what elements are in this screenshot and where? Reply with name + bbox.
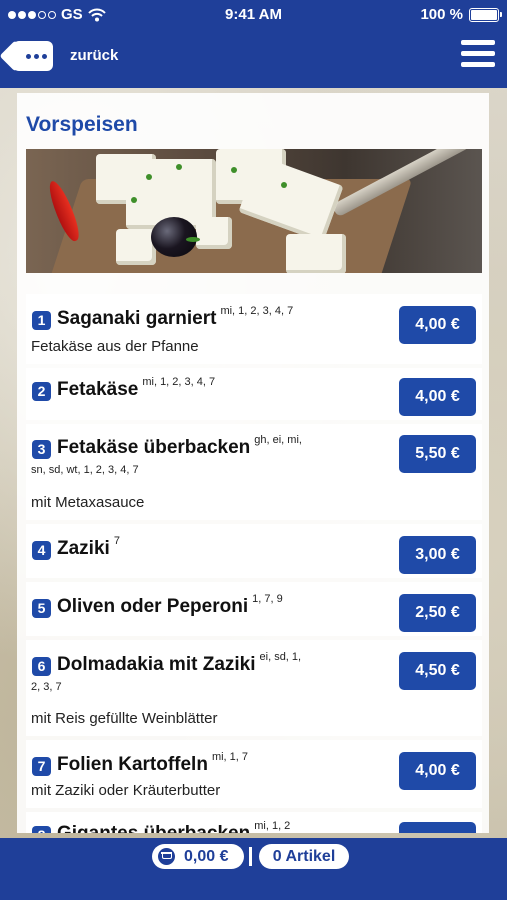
price-button[interactable]: 4,00 € [399, 378, 476, 416]
item-name: Folien Kartoffeln mi, 1, 7 [57, 751, 249, 776]
item-name: Dolmadakia mit Zaziki ei, sd, 1, [57, 651, 302, 676]
status-right: 100 % [420, 6, 502, 23]
item-allergens: ei, sd, 1, [259, 651, 302, 663]
cart-total-button[interactable]: 0,00 € [152, 844, 244, 869]
item-allergens-continued: sn, sd, wt, 1, 2, 3, 4, 7 [31, 464, 139, 476]
item-description: mit Reis gefüllte Weinblätter [31, 710, 218, 727]
item-number: 6 [32, 657, 51, 676]
section-title: Vorspeisen [26, 113, 138, 136]
item-description: mit Zaziki oder Kräuterbutter [31, 782, 221, 799]
price-button[interactable]: 5,50 € [399, 435, 476, 473]
item-allergens: mi, 1, 2 [254, 820, 291, 832]
item-allergens: mi, 1, 2, 3, 4, 7 [142, 376, 216, 388]
back-arrow-icon [25, 53, 47, 59]
item-allergens: 7 [113, 535, 120, 547]
item-name-text: Dolmadakia mit Zaziki [57, 654, 256, 675]
item-name: Saganaki garniert mi, 1, 2, 3, 4, 7 [57, 305, 294, 330]
item-name-text: Gigantes überbacken [57, 823, 250, 833]
footer-separator [249, 847, 252, 866]
price-button[interactable]: 4,00 € [399, 306, 476, 344]
footer-bar: 0,00 € 0 Artikel [0, 838, 507, 900]
item-description: Fetakäse aus der Pfanne [31, 338, 199, 355]
price-button[interactable]: 3,00 € [399, 536, 476, 574]
back-button[interactable] [13, 41, 53, 71]
menu-panel: Vorspeisen 1 Saganaki garniert mi, 1, 2, … [17, 93, 489, 833]
shopping-cart-icon [158, 848, 175, 865]
item-number: 4 [32, 541, 51, 560]
item-description: mit Metaxasauce [31, 494, 145, 511]
price-button[interactable] [399, 822, 476, 833]
item-number: 1 [32, 311, 51, 330]
item-number: 5 [32, 599, 51, 618]
battery-percent: 100 % [420, 6, 463, 23]
hamburger-menu-icon[interactable] [461, 40, 495, 70]
list-item: 7 Folien Kartoffeln mi, 1, 7 mit Zaziki o… [26, 740, 482, 808]
nav-bar: zurück [0, 30, 507, 88]
list-item: 4 Zaziki 7 3,00 € [26, 524, 482, 578]
category-image [26, 149, 482, 273]
item-name: Oliven oder Peperoni 1, 7, 9 [57, 593, 283, 618]
item-number: 8 [32, 826, 51, 833]
item-allergens-continued: 2, 3, 7 [31, 681, 62, 693]
item-name: Gigantes überbacken mi, 1, 2 [57, 820, 291, 833]
item-allergens: mi, 1, 2, 3, 4, 7 [220, 305, 294, 317]
item-allergens: 1, 7, 9 [252, 593, 283, 605]
item-name: Fetakäse mi, 1, 2, 3, 4, 7 [57, 376, 216, 401]
item-name-text: Fetakäse überbacken [57, 437, 251, 458]
price-button[interactable]: 2,50 € [399, 594, 476, 632]
item-name: Zaziki 7 [57, 535, 120, 560]
battery-icon [469, 7, 502, 22]
item-name: Fetakäse überbacken gh, ei, mi, [57, 434, 302, 459]
cart-total: 0,00 € [184, 848, 229, 865]
item-allergens: gh, ei, mi, [254, 434, 302, 446]
list-item: 1 Saganaki garniert mi, 1, 2, 3, 4, 7 Fet… [26, 294, 482, 364]
item-number: 7 [32, 757, 51, 776]
item-name-text: Folien Kartoffeln [57, 754, 208, 775]
price-button[interactable]: 4,00 € [399, 752, 476, 790]
list-item: 3 Fetakäse überbacken gh, ei, mi, sn, sd,… [26, 424, 482, 520]
item-name-text: Zaziki [57, 538, 110, 559]
list-item: 5 Oliven oder Peperoni 1, 7, 9 2,50 € [26, 582, 482, 636]
item-number: 3 [32, 440, 51, 459]
item-allergens: mi, 1, 7 [211, 751, 249, 763]
list-item: 8 Gigantes überbacken mi, 1, 2 [26, 812, 482, 833]
item-name-text: Fetakäse [57, 379, 139, 400]
back-label[interactable]: zurück [70, 47, 118, 64]
price-button[interactable]: 4,50 € [399, 652, 476, 690]
status-bar: GS 9:41 AM 100 % [0, 0, 507, 30]
article-count-button[interactable]: 0 Artikel [259, 844, 349, 869]
list-item: 6 Dolmadakia mit Zaziki ei, sd, 1, 2, 3, … [26, 640, 482, 736]
list-item: 2 Fetakäse mi, 1, 2, 3, 4, 7 4,00 € [26, 368, 482, 420]
item-number: 2 [32, 382, 51, 401]
item-name-text: Oliven oder Peperoni [57, 596, 249, 617]
item-name-text: Saganaki garniert [57, 308, 217, 329]
